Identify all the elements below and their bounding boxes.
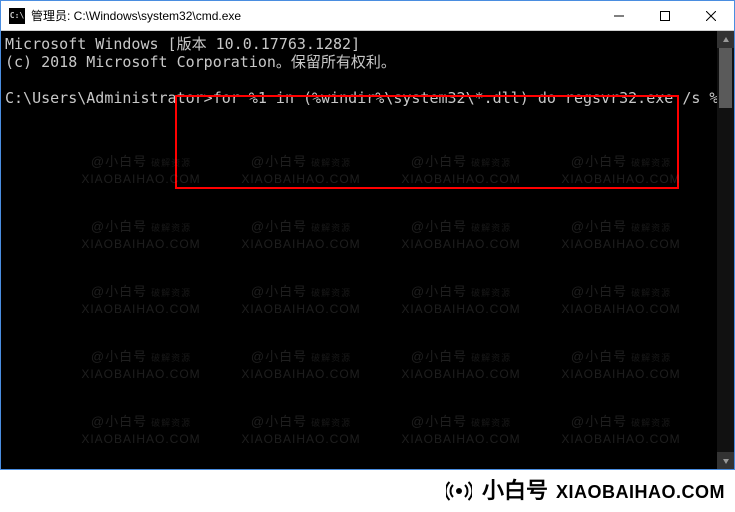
window-controls [596, 1, 734, 30]
minimize-button[interactable] [596, 1, 642, 30]
watermark-cell: @小白号破解资源XIAOBAIHAO.COM [381, 151, 541, 186]
watermark-cell: @小白号破解资源XIAOBAIHAO.COM [381, 281, 541, 316]
brand-name-en: XIAOBAIHAO.COM [556, 483, 725, 501]
window-title: 管理员: C:\Windows\system32\cmd.exe [31, 7, 241, 24]
brand-broadcast-icon [446, 478, 472, 504]
scroll-track[interactable] [717, 48, 734, 452]
watermark-layer: @小白号破解资源XIAOBAIHAO.COM@小白号破解资源XIAOBAIHAO… [1, 61, 717, 469]
watermark-cell: @小白号破解资源XIAOBAIHAO.COM [541, 411, 701, 446]
watermark-cell: @小白号破解资源XIAOBAIHAO.COM [221, 151, 381, 186]
title-bar[interactable]: C:\ 管理员: C:\Windows\system32\cmd.exe [1, 1, 734, 31]
watermark-cell: @小白号破解资源XIAOBAIHAO.COM [541, 346, 701, 381]
watermark-cell: @小白号破解资源XIAOBAIHAO.COM [541, 151, 701, 186]
terminal-area[interactable]: Microsoft Windows [版本 10.0.17763.1282] (… [1, 31, 734, 469]
watermark-cell: @小白号破解资源XIAOBAIHAO.COM [61, 151, 221, 186]
watermark-cell: @小白号破解资源XIAOBAIHAO.COM [381, 411, 541, 446]
maximize-button[interactable] [642, 1, 688, 30]
scroll-down-button[interactable] [717, 452, 734, 469]
watermark-cell: @小白号破解资源XIAOBAIHAO.COM [541, 281, 701, 316]
watermark-cell: @小白号破解资源XIAOBAIHAO.COM [61, 411, 221, 446]
watermark-cell: @小白号破解资源XIAOBAIHAO.COM [221, 411, 381, 446]
watermark-cell: @小白号破解资源XIAOBAIHAO.COM [61, 216, 221, 251]
scroll-up-button[interactable] [717, 31, 734, 48]
brand-bar: 小白号 XIAOBAIHAO.COM [0, 470, 735, 512]
cmd-window: C:\ 管理员: C:\Windows\system32\cmd.exe Mic… [0, 0, 735, 470]
vertical-scrollbar[interactable] [717, 31, 734, 469]
close-button[interactable] [688, 1, 734, 30]
watermark-cell: @小白号破解资源XIAOBAIHAO.COM [381, 216, 541, 251]
watermark-cell: @小白号破解资源XIAOBAIHAO.COM [221, 281, 381, 316]
watermark-cell: @小白号破解资源XIAOBAIHAO.COM [221, 346, 381, 381]
terminal-output: Microsoft Windows [版本 10.0.17763.1282] (… [5, 35, 727, 107]
brand-name-cn: 小白号 [482, 480, 548, 502]
watermark-cell: @小白号破解资源XIAOBAIHAO.COM [61, 346, 221, 381]
command-highlight-annotation [175, 95, 679, 189]
cmd-icon: C:\ [9, 8, 25, 24]
watermark-cell: @小白号破解资源XIAOBAIHAO.COM [541, 216, 701, 251]
watermark-cell: @小白号破解资源XIAOBAIHAO.COM [381, 346, 541, 381]
watermark-cell: @小白号破解资源XIAOBAIHAO.COM [221, 216, 381, 251]
watermark-cell: @小白号破解资源XIAOBAIHAO.COM [61, 281, 221, 316]
scroll-thumb[interactable] [719, 48, 732, 108]
brand-text: 小白号 XIAOBAIHAO.COM [482, 480, 725, 502]
